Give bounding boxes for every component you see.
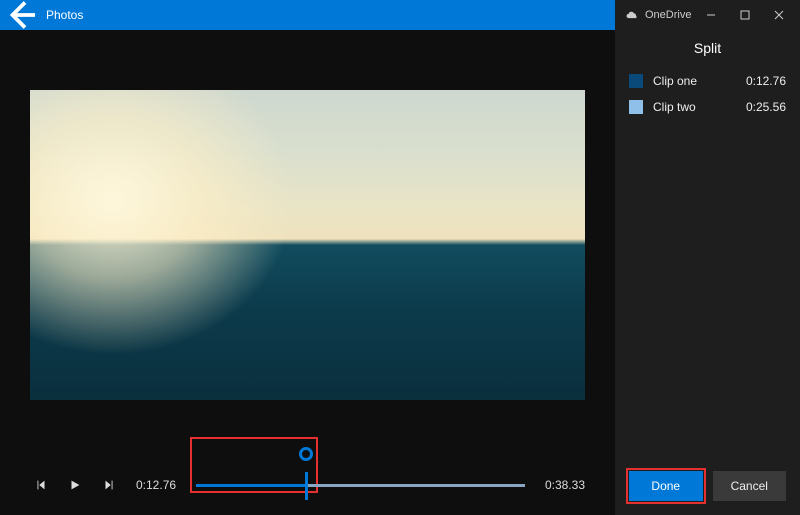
main-panel: Photos 0:12.76: [0, 0, 615, 515]
clip-list: Clip one 0:12.76 Clip two 0:25.56: [615, 74, 800, 126]
clip-row[interactable]: Clip one 0:12.76: [629, 74, 786, 88]
app-root: Photos 0:12.76: [0, 0, 800, 515]
prev-frame-icon: [38, 481, 45, 490]
titlebar: Photos: [0, 0, 615, 30]
next-frame-icon: [106, 481, 113, 490]
video-viewer: [0, 30, 615, 455]
timeline-track: [196, 484, 525, 487]
cancel-button[interactable]: Cancel: [713, 471, 787, 501]
close-button[interactable]: [762, 0, 796, 30]
split-title: Split: [615, 30, 800, 74]
maximize-icon: [741, 11, 749, 19]
timeline[interactable]: [196, 465, 525, 505]
action-buttons: Done Cancel: [615, 457, 800, 515]
clip-left: Clip two: [629, 100, 696, 114]
play-button[interactable]: [64, 474, 86, 496]
clip-left: Clip one: [629, 74, 697, 88]
maximize-button[interactable]: [728, 0, 762, 30]
window-buttons: [694, 0, 796, 30]
total-time: 0:38.33: [545, 478, 585, 492]
split-marker-line: [305, 472, 308, 500]
clip-row[interactable]: Clip two 0:25.56: [629, 100, 786, 114]
onedrive-status[interactable]: OneDrive: [625, 9, 691, 22]
clip-label: Clip one: [653, 74, 697, 88]
clip-swatch: [629, 100, 643, 114]
clip-swatch: [629, 74, 643, 88]
prev-frame-button[interactable]: [30, 474, 52, 496]
clip-one-segment: [196, 484, 306, 487]
cloud-icon: [625, 9, 639, 22]
play-icon: [72, 481, 80, 490]
video-preview-image: [30, 90, 585, 400]
playback-controls: 0:12.76 0:38.33: [0, 455, 615, 515]
current-time: 0:12.76: [136, 478, 176, 492]
clip-duration: 0:12.76: [746, 74, 786, 88]
next-frame-button[interactable]: [98, 474, 120, 496]
video-frame[interactable]: [30, 90, 585, 400]
app-title: Photos: [46, 8, 83, 22]
onedrive-label: OneDrive: [645, 9, 691, 21]
minimize-button[interactable]: [694, 0, 728, 30]
clip-duration: 0:25.56: [746, 100, 786, 114]
back-button[interactable]: [0, 0, 40, 30]
window-controls-bar: OneDrive: [615, 0, 800, 30]
side-panel: OneDrive Split Clip one 0:12.76 Clip two 0:…: [615, 0, 800, 515]
split-handle[interactable]: [299, 447, 313, 461]
done-button[interactable]: Done: [629, 471, 703, 501]
clip-label: Clip two: [653, 100, 696, 114]
